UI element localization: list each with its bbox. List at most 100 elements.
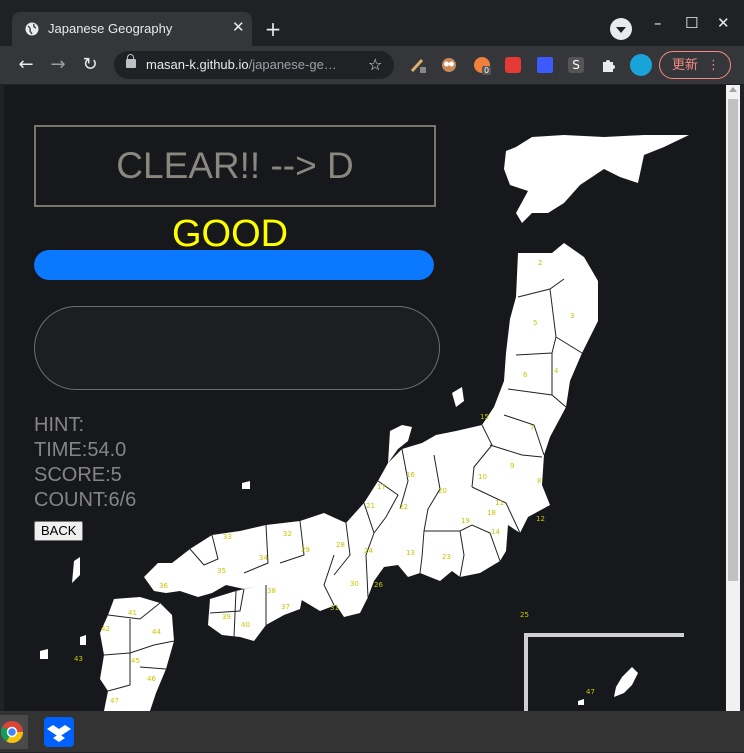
prefecture-label: 3 bbox=[570, 312, 574, 320]
profile-avatar-icon[interactable] bbox=[630, 54, 652, 76]
prefecture-label: 21 bbox=[366, 502, 375, 510]
browser-tab[interactable]: Japanese Geography ✕ bbox=[12, 12, 252, 46]
prefecture-label: 40 bbox=[241, 621, 250, 629]
extensions-puzzle-icon[interactable] bbox=[600, 57, 616, 73]
taskbar bbox=[0, 711, 744, 752]
page-scrollbar[interactable] bbox=[726, 85, 740, 711]
prefecture-label: 18 bbox=[487, 509, 496, 517]
prefecture-label: 8 bbox=[537, 477, 541, 485]
okinawa-islet bbox=[578, 699, 584, 705]
prefecture-label: 6 bbox=[523, 371, 528, 379]
prefecture-label: 39 bbox=[222, 613, 231, 621]
maximize-button[interactable]: ☐ bbox=[685, 14, 698, 32]
prefecture-label: 24 bbox=[364, 547, 373, 555]
prefecture-label: 16 bbox=[406, 471, 415, 479]
address-bar[interactable]: masan-k.github.io/japanese-ge… ☆ bbox=[114, 51, 394, 79]
score-label: SCORE:5 bbox=[34, 464, 122, 486]
dropbox-taskbar-icon[interactable] bbox=[44, 717, 74, 747]
prefecture-label: 17 bbox=[377, 483, 386, 491]
tab-title: Japanese Geography bbox=[48, 21, 173, 36]
oki-island bbox=[242, 481, 250, 489]
scroll-up-arrow-icon[interactable] bbox=[729, 87, 737, 92]
prefecture-label: 11 bbox=[495, 499, 504, 507]
prefecture-label: 10 bbox=[478, 473, 487, 481]
prefecture-label: 22 bbox=[399, 503, 408, 511]
globe-icon bbox=[25, 22, 39, 36]
prefecture-label: 30 bbox=[350, 580, 359, 588]
s-extension-icon[interactable]: S bbox=[568, 57, 584, 73]
goto-island-2 bbox=[80, 635, 86, 645]
prefecture-label: 23 bbox=[442, 553, 451, 561]
prefecture-label: 47 bbox=[110, 697, 119, 705]
chrome-taskbar-icon[interactable] bbox=[0, 715, 28, 749]
prefecture-label: 15 bbox=[480, 413, 489, 421]
prefecture-label: 2 bbox=[538, 259, 542, 267]
lock-icon bbox=[126, 54, 136, 68]
browser-titlebar: Japanese Geography ✕ + – ☐ ✕ bbox=[0, 0, 744, 46]
stats-panel: HINT: TIME:54.0 SCORE:5 COUNT:6/6 bbox=[34, 413, 136, 513]
rss-extension-icon[interactable]: 0 bbox=[474, 57, 492, 75]
prefecture-label: 38 bbox=[267, 587, 276, 595]
progress-bar bbox=[34, 250, 434, 280]
youtube-extension-icon[interactable] bbox=[505, 57, 521, 73]
pen-extension-icon[interactable] bbox=[410, 57, 426, 73]
url-text: masan-k.github.io/japanese-ge… bbox=[146, 57, 337, 72]
prefecture-label: 4 bbox=[554, 367, 559, 375]
forward-arrow-icon[interactable]: → bbox=[48, 55, 68, 75]
minimize-button[interactable]: – bbox=[654, 14, 662, 32]
tab-search-icon[interactable] bbox=[610, 18, 632, 40]
prefecture-label: 37 bbox=[281, 603, 290, 611]
hokkaido-shape bbox=[504, 135, 689, 223]
prefecture-label: 35 bbox=[217, 567, 226, 575]
okinawa-shape bbox=[614, 667, 638, 697]
time-label: TIME:54.0 bbox=[34, 439, 127, 461]
prefecture-label: 41 bbox=[128, 609, 137, 617]
result-display: CLEAR!! --> D bbox=[34, 125, 436, 207]
prefecture-label: 29 bbox=[301, 546, 310, 554]
window-close-button[interactable]: ✕ bbox=[717, 14, 730, 32]
prefecture-label: 13 bbox=[406, 549, 415, 557]
scroll-thumb[interactable] bbox=[728, 99, 738, 581]
prefecture-label: 9 bbox=[510, 462, 514, 470]
prefecture-label: 7 bbox=[530, 424, 534, 432]
back-arrow-icon[interactable]: ← bbox=[16, 55, 36, 75]
prefecture-label: 26 bbox=[374, 581, 383, 589]
prefecture-label: 46 bbox=[147, 675, 156, 683]
new-tab-button[interactable]: + bbox=[262, 19, 284, 41]
prefecture-label: 47 bbox=[586, 688, 595, 696]
prefecture-label: 34 bbox=[259, 554, 268, 562]
prefecture-label: 36 bbox=[159, 582, 168, 590]
prefecture-label: 42 bbox=[101, 625, 110, 633]
goto-island bbox=[40, 649, 48, 659]
prefecture-label: 25 bbox=[520, 611, 529, 619]
hint-label: HINT: bbox=[34, 414, 84, 436]
chat-extension-icon[interactable] bbox=[537, 57, 553, 73]
prefecture-label: 33 bbox=[223, 533, 232, 541]
prefecture-label: 45 bbox=[131, 657, 140, 665]
prefecture-label: 32 bbox=[283, 530, 292, 538]
prefecture-label: 43 bbox=[74, 655, 83, 663]
tsushima-island bbox=[72, 557, 80, 583]
progress-fill bbox=[34, 250, 434, 280]
close-tab-icon[interactable]: ✕ bbox=[232, 18, 245, 36]
prefecture-label: 20 bbox=[438, 487, 447, 495]
prefecture-label: 5 bbox=[533, 319, 537, 327]
back-button[interactable]: BACK bbox=[34, 521, 84, 541]
answer-box[interactable] bbox=[34, 306, 440, 390]
owl-extension-icon[interactable] bbox=[441, 57, 457, 73]
browser-toolbar: ← → ↻ masan-k.github.io/japanese-ge… ☆ 0… bbox=[0, 46, 744, 84]
prefecture-label: 28 bbox=[336, 541, 345, 549]
update-button[interactable]: 更新 ⋮ bbox=[659, 51, 731, 79]
bookmark-star-icon[interactable]: ☆ bbox=[368, 55, 382, 74]
reload-icon[interactable]: ↻ bbox=[80, 55, 100, 75]
prefecture-label: 44 bbox=[152, 628, 161, 636]
sado-island bbox=[452, 387, 464, 407]
okinawa-inset: 47 bbox=[524, 633, 684, 711]
count-label: COUNT:6/6 bbox=[34, 489, 137, 511]
game-page: 2 3 5 4 6 7 15 9 8 10 16 17 20 11 12 14 19 18 21 22 23 13 25 24… bbox=[4, 85, 726, 711]
prefecture-label: 14 bbox=[491, 528, 500, 536]
prefecture-label: 19 bbox=[461, 517, 470, 525]
menu-dots-icon: ⋮ bbox=[707, 58, 720, 73]
okinawa-map[interactable]: 47 bbox=[528, 637, 684, 711]
prefecture-label: 31 bbox=[330, 604, 339, 612]
